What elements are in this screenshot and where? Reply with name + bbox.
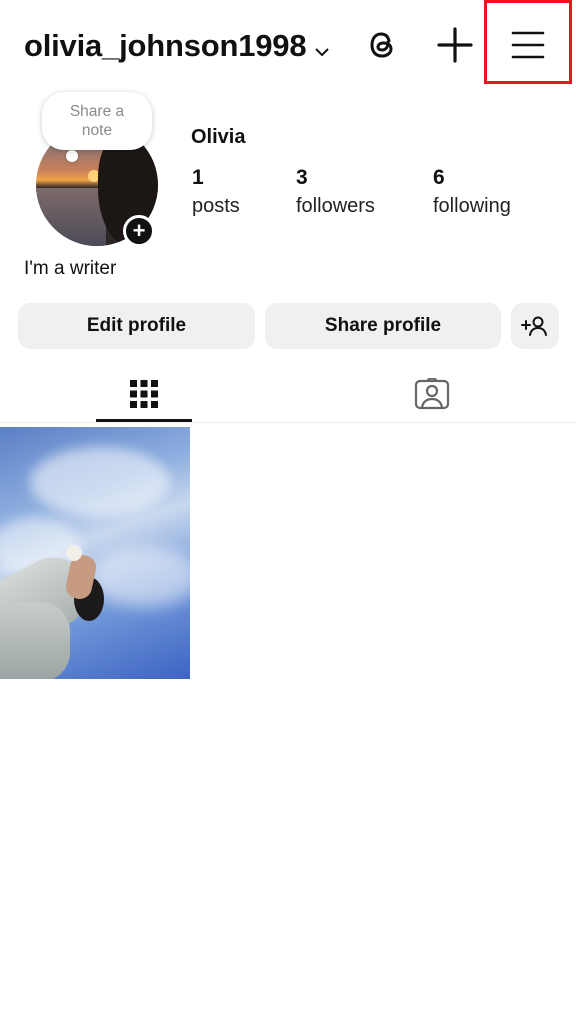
tab-divider xyxy=(0,422,576,423)
threads-button[interactable] xyxy=(362,24,402,64)
followers-stat[interactable]: 3 followers xyxy=(296,164,375,220)
top-bar: olivia_johnson1998 xyxy=(0,0,576,90)
tab-posts-grid[interactable] xyxy=(96,366,192,422)
grid-icon xyxy=(130,380,158,408)
discover-people-button[interactable] xyxy=(511,303,559,349)
add-story-button[interactable]: + xyxy=(123,215,155,247)
create-button[interactable] xyxy=(434,24,476,66)
edit-profile-button[interactable]: Edit profile xyxy=(18,303,255,349)
account-switcher[interactable]: olivia_johnson1998 xyxy=(24,26,330,66)
share-note-bubble[interactable]: Share a note xyxy=(42,92,152,150)
posts-label: posts xyxy=(192,195,240,217)
chevron-down-icon xyxy=(314,30,330,66)
posts-count: 1 xyxy=(192,166,204,189)
posts-stat[interactable]: 1 posts xyxy=(192,164,240,220)
post-thumbnail[interactable] xyxy=(0,427,190,679)
following-count: 6 xyxy=(433,166,445,189)
tagged-person-icon xyxy=(414,378,450,410)
share-profile-button[interactable]: Share profile xyxy=(265,303,501,349)
followers-label: followers xyxy=(296,195,375,217)
plus-icon: + xyxy=(132,218,146,243)
note-placeholder: Share a note xyxy=(69,103,125,139)
following-label: following xyxy=(433,195,511,217)
username: olivia_johnson1998 xyxy=(24,28,307,63)
bio-text: I'm a writer xyxy=(24,258,117,279)
menu-highlight-box xyxy=(484,0,572,84)
display-name: Olivia xyxy=(191,126,246,148)
tab-tagged[interactable] xyxy=(384,366,480,422)
followers-count: 3 xyxy=(296,166,308,189)
note-bubble-tail-small xyxy=(72,154,78,160)
threads-icon xyxy=(370,32,393,58)
plus-icon xyxy=(437,27,473,63)
following-stat[interactable]: 6 following xyxy=(433,164,511,220)
add-person-icon xyxy=(521,316,547,336)
